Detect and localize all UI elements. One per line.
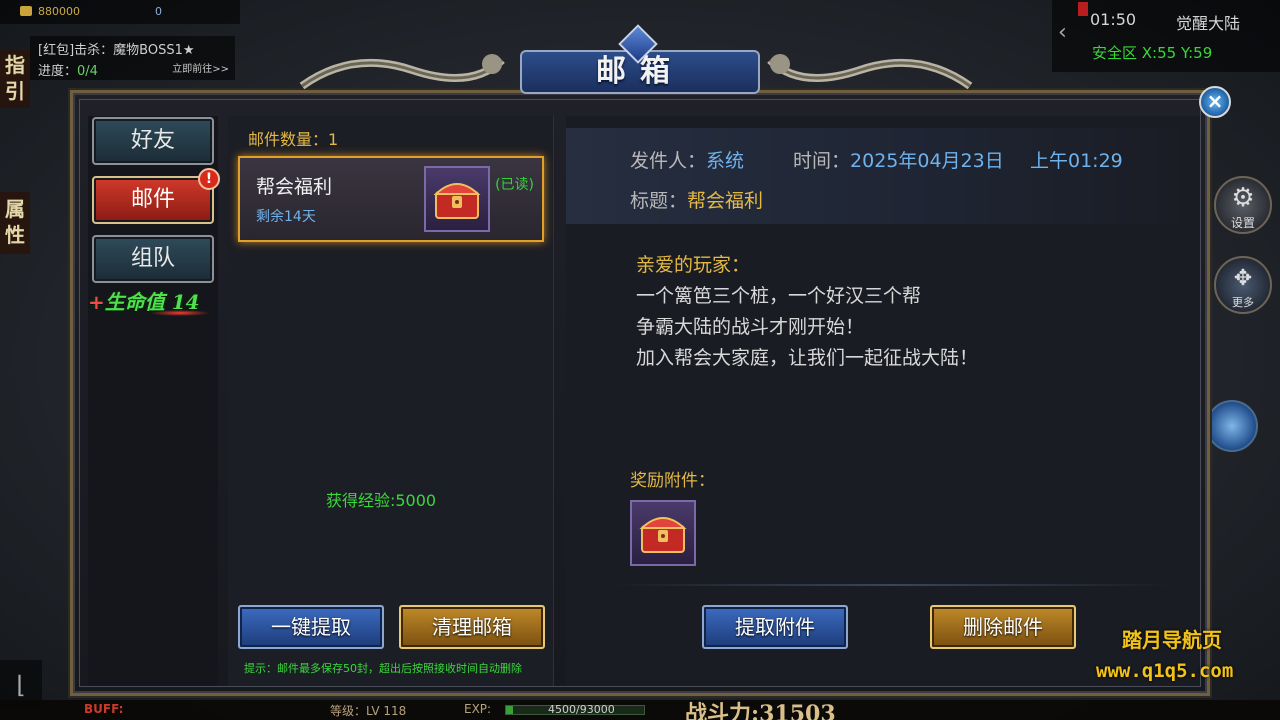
mail-body-line: 争霸大陆的战斗才刚开始！ [636,316,865,338]
time-clock: 上午01:29 [1030,150,1123,172]
exp-reward-text: 获得经验:5000 [325,491,437,510]
back-arrow-icon[interactable]: ‹ [1058,20,1067,45]
flag-icon [1078,2,1088,16]
sender-field: 发件人：系统 [630,150,745,172]
treasure-chest-icon [639,517,687,553]
dragon-ornament-right [767,54,973,90]
gold-coin-icon [20,6,32,16]
mail-list-item[interactable]: 帮会福利 剩余14天 (已读) [238,156,544,242]
hp-glow [150,310,210,316]
diamond-amount: 0 [155,5,162,18]
attachment-slot[interactable] [630,500,696,566]
time-field: 时间：2025年04月23日 [793,150,1004,172]
mailbox-hint: 提示：邮件最多保存50封，超出后按照接收时间自动删除 [244,662,522,675]
clear-mailbox-button[interactable]: 清理邮箱 [399,605,545,649]
alert-icon: ! [198,168,220,190]
mail-body-line: 一个篱笆三个桩，一个好汉三个帮 [636,285,922,307]
tab-friends[interactable]: 好友 [92,117,214,165]
mail-body-line: 加入帮会大家庭，让我们一起征战大陆！ [636,347,979,369]
treasure-chest-icon [433,183,481,219]
level-label: 等级：LV 118 [330,704,407,718]
watermark-url: www.q1q5.com [1096,660,1234,682]
detail-divider [612,584,1172,586]
combat-power: 战斗力:31503 [685,701,836,720]
gear-icon: ⚙ [1231,183,1255,213]
tab-team-label: 组队 [130,246,175,271]
delete-mail-button[interactable]: 删除邮件 [930,605,1076,649]
subject-field: 标题：帮会福利 [630,190,764,212]
map-name: 觉醒大陆 [1176,14,1241,33]
mail-count: 邮件数量：1 [248,130,339,149]
map-info-panel: ‹ 01:50 觉醒大陆 安全区 X:55 Y:59 [1052,0,1280,72]
sender-value: 系统 [706,150,745,172]
more-label: 更多 [1232,296,1254,309]
compass-icon: ✥ [1233,266,1253,291]
quest-goto-link[interactable]: 立即前往>> [172,60,229,75]
mail-read-status: (已读) [495,177,534,193]
gold-amount: 880000 [38,5,80,18]
close-icon: × [1206,89,1224,113]
tab-mail-label: 邮件 [130,187,175,212]
attachments-label: 奖励附件： [630,471,715,491]
exp-bar-fill [506,706,513,714]
watermark-title: 踏月导航页 [1122,628,1222,652]
subject-value: 帮会福利 [687,190,764,212]
exp-label: EXP: [464,702,492,716]
safe-zone-coords: 安全区 X:55 Y:59 [1092,44,1213,62]
settings-label: 设置 [1230,216,1255,230]
mail-greeting: 亲爱的玩家： [636,254,751,276]
mail-subject: 帮会福利 [256,176,333,198]
buff-label: BUFF: [84,702,124,716]
quest-tracker[interactable]: [红包]击杀：魔物BOSS1★ 进度：0/4 立即前往>> [30,36,235,80]
side-tab-guide[interactable]: 指引 [0,50,30,108]
close-button[interactable]: × [1199,86,1231,118]
exp-value: 4500/93000 [548,703,615,716]
currency-bar: 880000 0 [0,0,240,24]
mail-remaining: 剩余14天 [256,209,316,225]
settings-button[interactable]: ⚙ 设置 [1214,176,1272,234]
claim-attachment-button[interactable]: 提取附件 [702,605,848,649]
tab-mail[interactable]: 邮件 ! [92,168,220,224]
time-value: 2025年04月23日 [850,150,1004,172]
tab-friends-label: 好友 [130,128,175,153]
tab-team[interactable]: 组队 [92,235,214,283]
dragon-ornament-left [299,54,505,90]
claim-all-button[interactable]: 一键提取 [238,605,384,649]
timer: 01:50 [1090,10,1137,29]
more-button[interactable]: ✥ 更多 [1214,256,1272,314]
quest-title: [红包]击杀：魔物BOSS1★ [38,43,195,58]
side-tab-attributes[interactable]: 属性 [0,192,30,254]
skill-orb[interactable] [1206,400,1258,452]
mail-item-attachment [424,166,490,232]
